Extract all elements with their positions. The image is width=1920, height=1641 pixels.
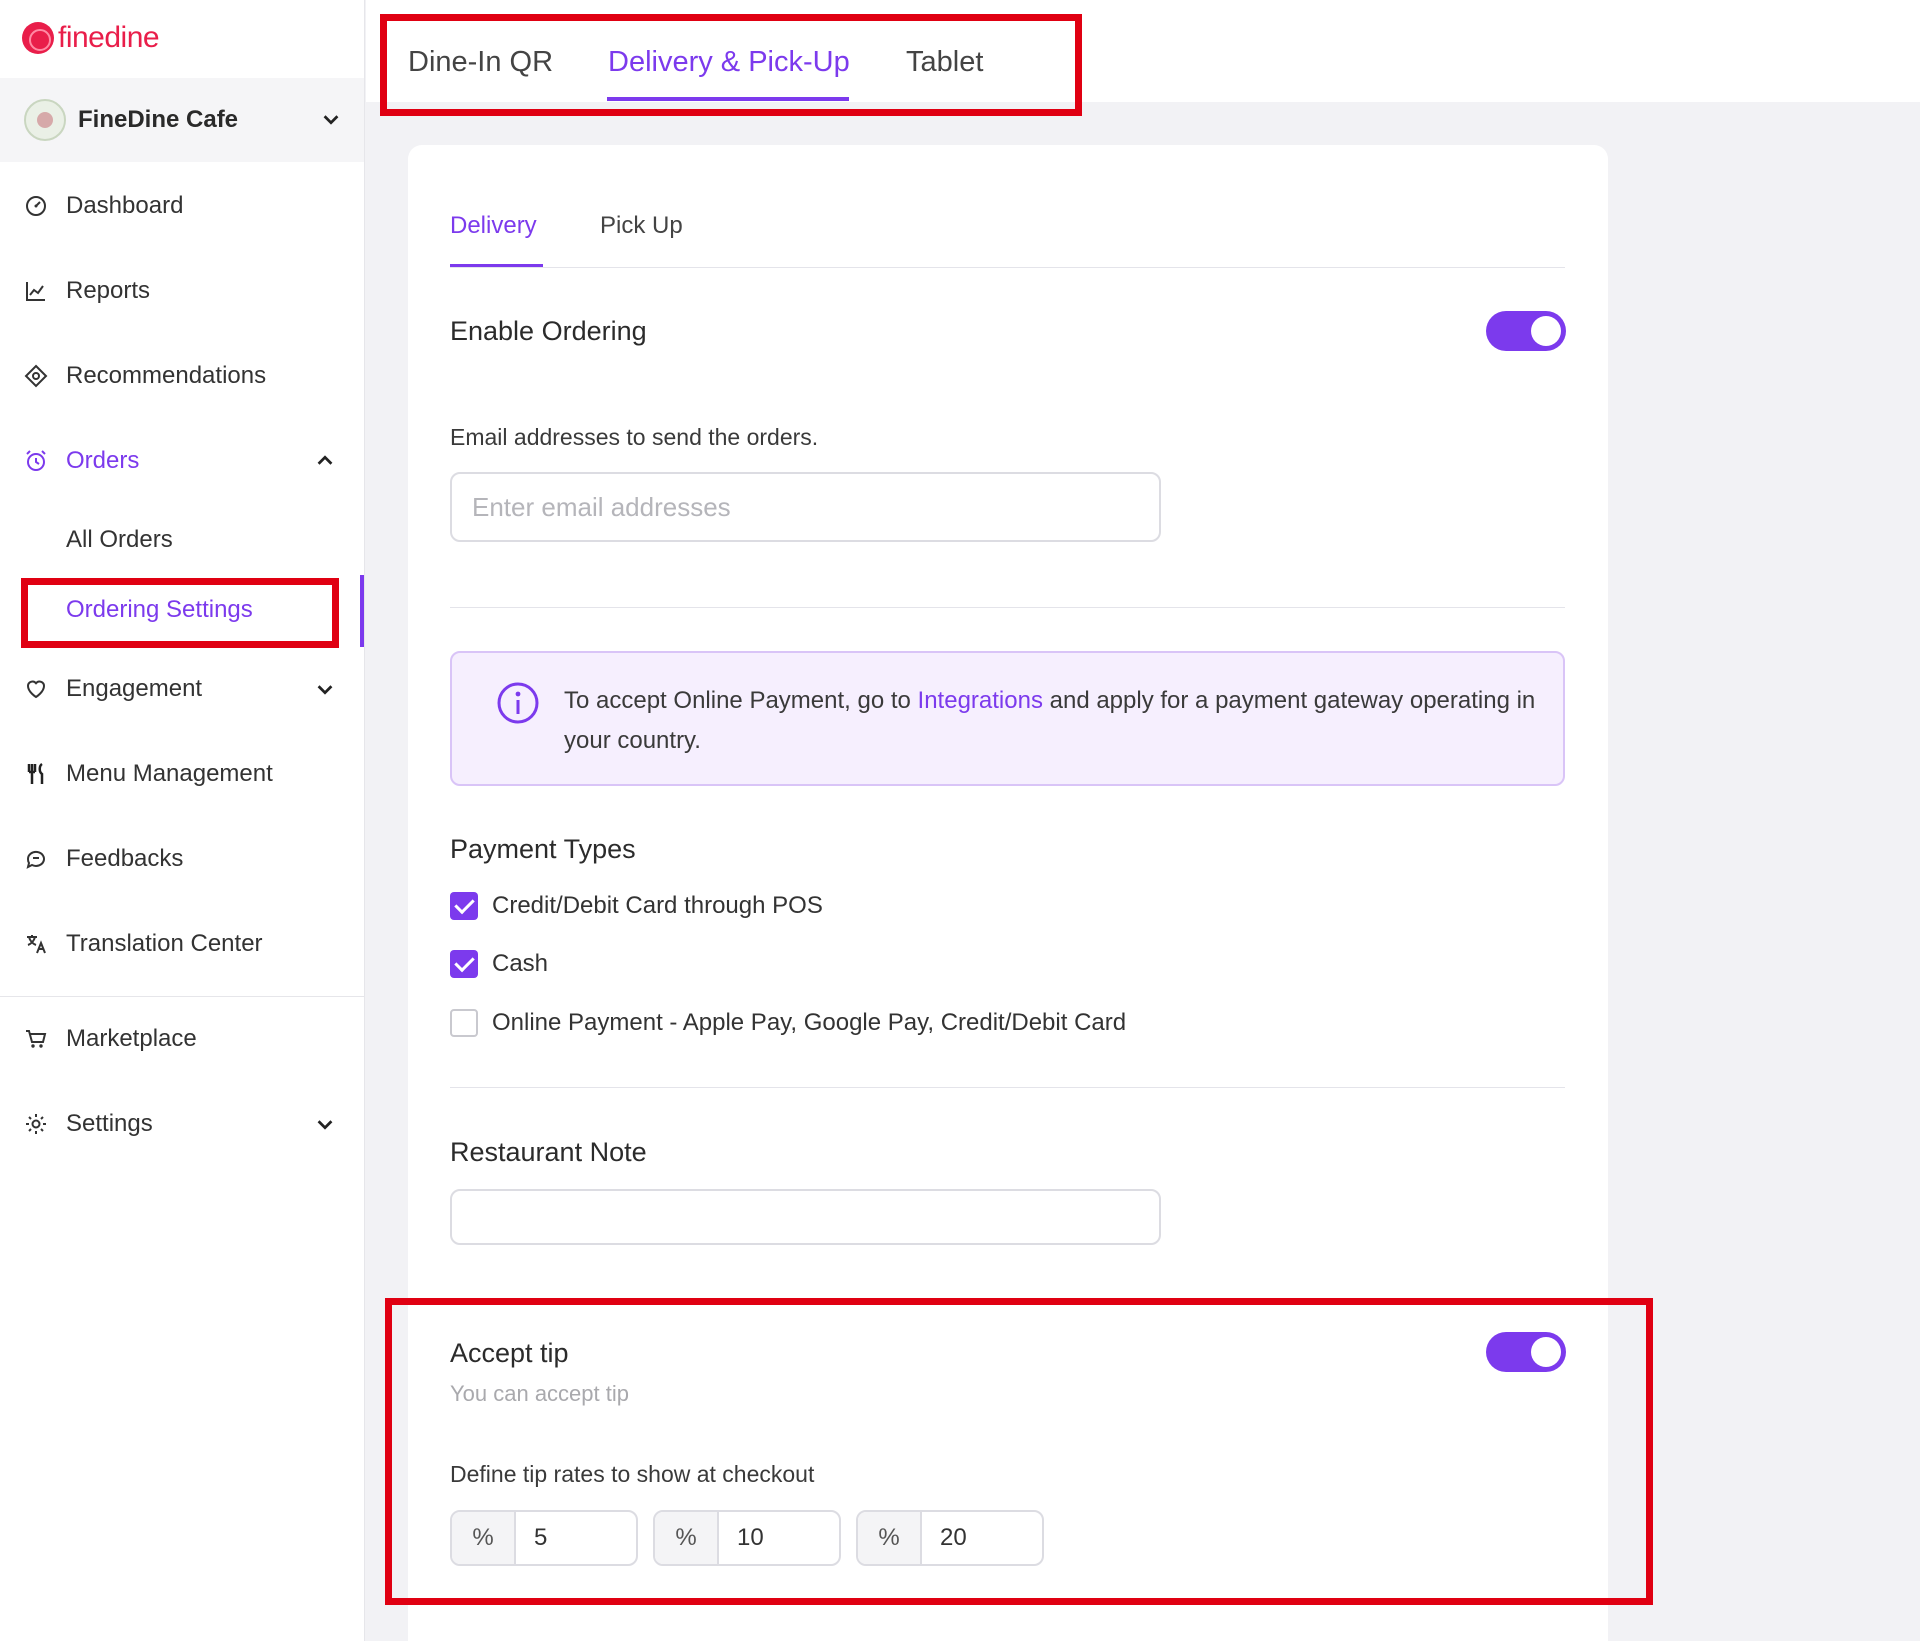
info-text: To accept Online Payment, go to Integrat…: [564, 687, 1536, 754]
venue-name: FineDine Cafe: [78, 106, 239, 133]
sidebar-item-settings[interactable]: Settings: [0, 1096, 364, 1152]
chevron-down-icon: [323, 115, 339, 125]
toggle-knob: [1531, 316, 1561, 346]
venue-selector[interactable]: FineDine Cafe: [0, 78, 364, 162]
translate-icon: [27, 935, 46, 954]
enable-ordering-toggle[interactable]: [1486, 311, 1566, 351]
venue-avatar: [24, 99, 66, 141]
sidebar-item-label: Settings: [66, 1110, 153, 1137]
payment-option-online[interactable]: Online Payment - Apple Pay, Google Pay, …: [450, 1008, 1126, 1038]
dashboard-icon: [26, 196, 46, 216]
sidebar-item-label: Dashboard: [66, 192, 184, 219]
payment-types-title: Payment Types: [450, 834, 636, 864]
chat-bubble-icon: [26, 850, 45, 869]
sidebar-subitem-all-orders[interactable]: All Orders: [66, 526, 173, 554]
cart-icon: [26, 1030, 47, 1048]
online-payment-info: To accept Online Payment, go to Integrat…: [450, 651, 1565, 786]
info-icon: [497, 682, 539, 724]
sidebar-item-feedbacks[interactable]: Feedbacks: [0, 831, 364, 887]
section-divider: [450, 607, 1565, 608]
sidebar-item-menu-management[interactable]: Menu Management: [0, 746, 364, 802]
annotation-box-top-tabs: [380, 14, 1082, 116]
sidebar-item-label: Marketplace: [66, 1025, 197, 1052]
heart-icon: [26, 680, 46, 699]
recommendations-icon: [24, 364, 48, 388]
email-label: Email addresses to send the orders.: [450, 424, 819, 450]
gear-icon: [26, 1114, 46, 1134]
section-divider: [450, 1087, 1565, 1088]
sidebar-item-reports[interactable]: Reports: [0, 263, 364, 319]
sidebar-item-orders[interactable]: Orders: [0, 433, 364, 489]
active-indicator: [360, 575, 364, 647]
sidebar-item-label: Translation Center: [66, 930, 263, 957]
payment-option-cash[interactable]: Cash: [450, 949, 548, 979]
sidebar-item-label: Engagement: [66, 675, 203, 702]
chart-line-icon: [26, 282, 45, 301]
alarm-icon: [26, 450, 46, 471]
sidebar-item-marketplace[interactable]: Marketplace: [0, 1011, 364, 1067]
checkbox[interactable]: [450, 1009, 478, 1037]
sidebar: finedine FineDine Cafe Dashboard Reports…: [0, 0, 365, 1641]
tabs-divider: [450, 267, 1565, 268]
fork-knife-icon: [27, 762, 44, 784]
restaurant-note-title: Restaurant Note: [450, 1137, 647, 1167]
integrations-link[interactable]: Integrations: [918, 687, 1043, 714]
enable-ordering-label: Enable Ordering: [450, 316, 647, 346]
sidebar-item-label: Orders: [66, 447, 140, 474]
chevron-up-icon: [317, 455, 333, 465]
sidebar-item-engagement[interactable]: Engagement: [0, 661, 364, 717]
sidebar-item-dashboard[interactable]: Dashboard: [0, 178, 364, 234]
annotation-box-accept-tip: [385, 1298, 1653, 1605]
sidebar-item-label: Reports: [66, 277, 151, 304]
sidebar-item-label: Recommendations: [66, 362, 267, 389]
chevron-down-icon: [317, 1120, 333, 1130]
sidebar-item-label: Feedbacks: [66, 845, 184, 872]
finedine-logo-icon: [22, 22, 54, 54]
restaurant-note-input[interactable]: [450, 1189, 1161, 1245]
brand-logo[interactable]: finedine: [22, 18, 160, 58]
checkbox[interactable]: [450, 892, 478, 920]
tab-pick-up[interactable]: Pick Up: [600, 212, 683, 240]
chevron-down-icon: [317, 685, 333, 695]
checkbox[interactable]: [450, 950, 478, 978]
annotation-box-ordering-settings: [21, 578, 339, 648]
email-input[interactable]: [450, 472, 1161, 542]
sidebar-item-translation-center[interactable]: Translation Center: [0, 916, 364, 972]
sidebar-divider: [0, 996, 364, 997]
tab-delivery[interactable]: Delivery: [450, 212, 537, 240]
sidebar-item-label: Menu Management: [66, 760, 273, 787]
brand-name: finedine: [58, 21, 160, 54]
sidebar-item-recommendations[interactable]: Recommendations: [0, 348, 364, 404]
payment-option-pos[interactable]: Credit/Debit Card through POS: [450, 891, 823, 921]
